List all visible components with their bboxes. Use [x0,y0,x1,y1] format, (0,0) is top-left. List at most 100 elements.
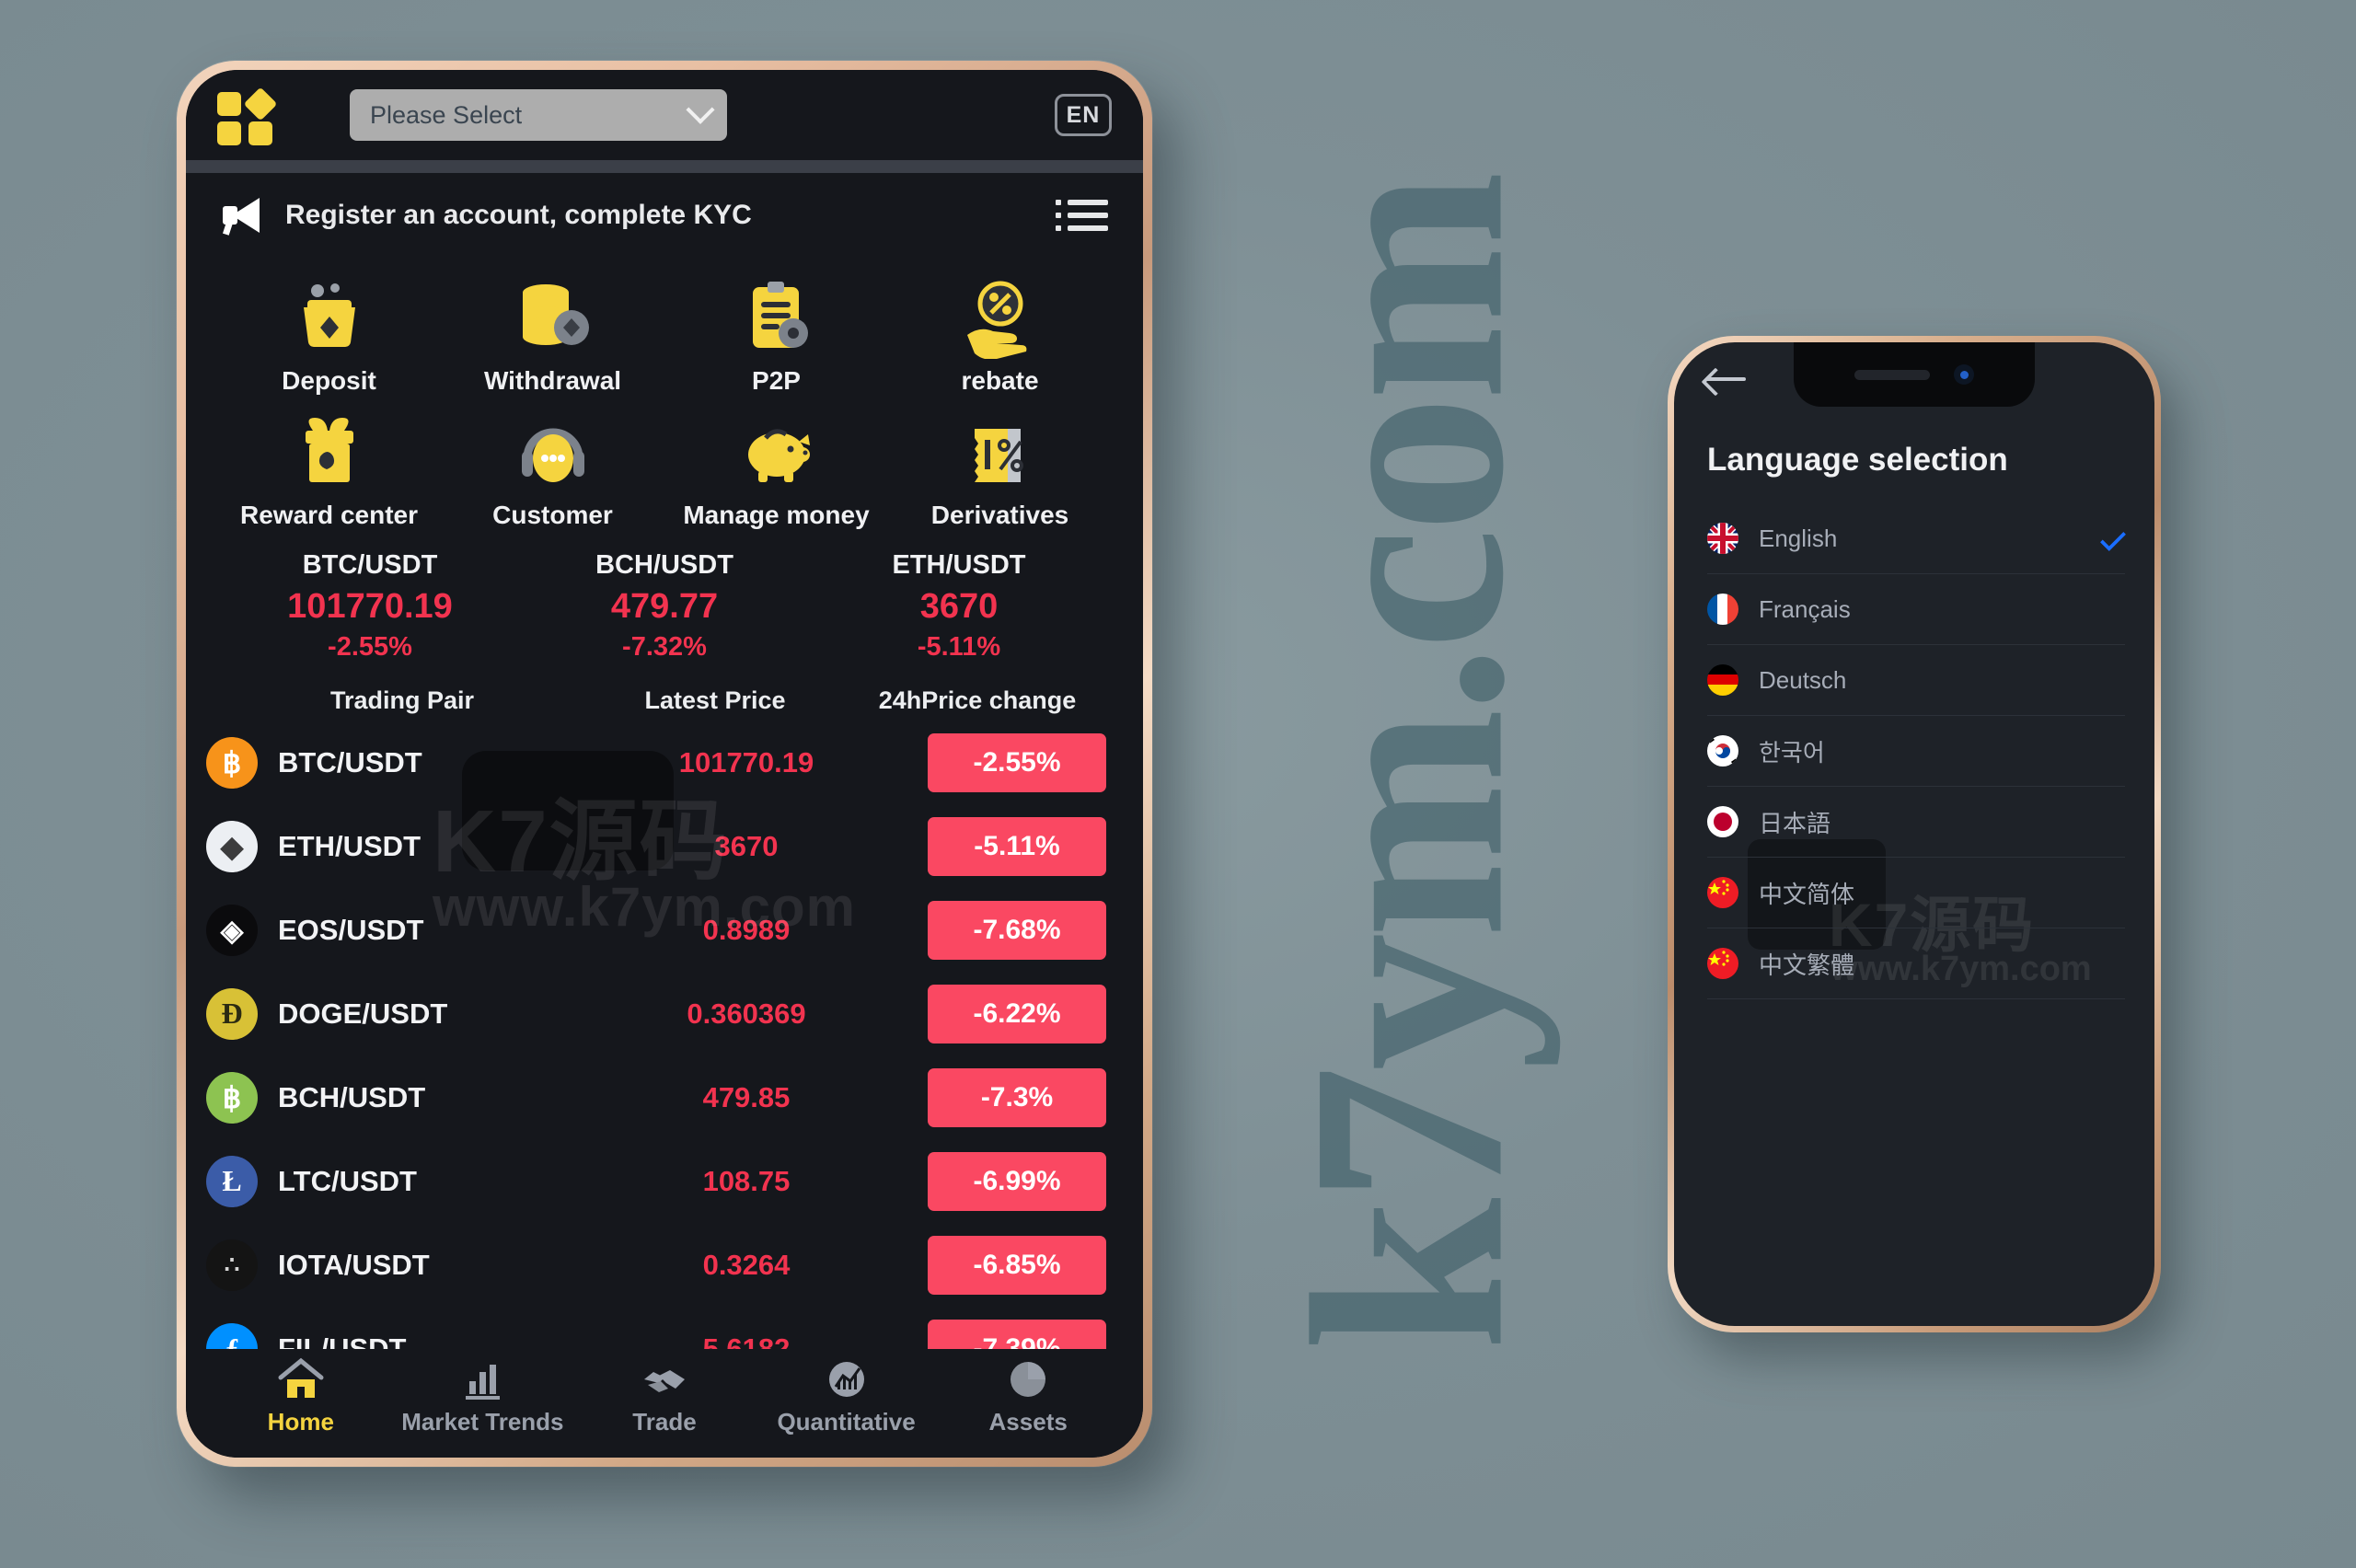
quick-action-derivatives[interactable]: Derivatives [888,405,1112,536]
language-option-korean[interactable]: 한국어 [1707,716,2125,787]
nav-item-market-trends[interactable]: Market Trends [392,1357,574,1436]
ticker-item[interactable]: BCH/USDT 479.77 -7.32% [517,550,812,663]
market-table-rows: ฿ BTC/USDT 101770.19 -2.55% ◆ ETH/USDT 3… [186,721,1143,1390]
language-option-english[interactable]: English [1707,503,2127,574]
table-row[interactable]: ฿ BCH/USDT 479.85 -7.3% [186,1055,1143,1139]
coin-icon-iota: ∴ [206,1239,258,1291]
ticker-price: 101770.19 [287,587,453,626]
nav-item-quantitative[interactable]: Quantitative [756,1357,938,1436]
page-title: Language selection [1707,442,2008,478]
language-list: English Français Deutsch 한국어 日本語 中文简体 中文… [1707,503,2127,999]
ticker-change: -5.11% [917,632,1001,662]
row-pair: BTC/USDT [278,745,422,778]
table-row[interactable]: Ð DOGE/USDT 0.360369 -6.22% [186,972,1143,1055]
row-pair: ETH/USDT [278,829,421,862]
tablet-screen: Please Select EN Register an account, co… [186,70,1143,1458]
quick-action-label: rebate [961,366,1039,395]
row-change-badge: -2.55% [928,732,1106,792]
language-option-chinese-traditional[interactable]: 中文繁體 [1707,928,2125,999]
language-option-chinese-simplified[interactable]: 中文简体 [1707,858,2125,928]
row-price: 3670 [714,829,779,862]
coin-icon-bch: ฿ [206,1071,258,1124]
flag-korea-icon [1707,735,1738,767]
language-name: 中文简体 [1759,880,1855,908]
front-camera-icon [1954,364,1974,385]
language-name: English [1759,524,1838,552]
flag-uk-icon [1707,523,1738,554]
nav-item-home[interactable]: Home [210,1357,392,1436]
table-row[interactable]: Ł LTC/USDT 108.75 -6.99% [186,1139,1143,1223]
quick-action-label: Deposit [282,366,376,395]
voucher-percent-icon [956,414,1045,493]
language-badge[interactable]: EN [1055,94,1112,136]
row-change-badge: -5.11% [928,816,1106,876]
phone-notch [1794,342,2035,407]
row-price: 0.360369 [687,997,806,1030]
announcement-bar[interactable]: Register an account, complete KYC [186,173,1143,258]
table-row[interactable]: ◆ ETH/USDT 3670 -5.11% [186,804,1143,888]
nav-label: Market Trends [401,1408,564,1435]
nav-label: Quantitative [777,1408,916,1435]
flag-japan-icon [1707,806,1738,837]
headset-support-icon [509,414,597,493]
language-name: Deutsch [1759,665,1847,694]
tablet-device: Please Select EN Register an account, co… [177,61,1152,1467]
announcement-text: Register an account, complete KYC [285,200,752,230]
table-row[interactable]: ฿ BTC/USDT 101770.19 -2.55% [186,721,1143,804]
row-price: 479.85 [702,1080,791,1113]
coin-icon-btc: ฿ [206,736,258,789]
bar-chart-icon [458,1357,506,1401]
back-arrow-icon[interactable] [1705,367,1746,391]
market-table-header: Trading Pair Latest Price 24hPrice chang… [186,666,1143,721]
ticker-pair: BCH/USDT [595,550,733,580]
ticker-item[interactable]: ETH/USDT 3670 -5.11% [812,550,1106,663]
table-row[interactable]: ◈ EOS/USDT 0.8989 -7.68% [186,888,1143,972]
language-option-francais[interactable]: Français [1707,574,2125,645]
top-divider [186,160,1143,173]
row-change-badge: -6.22% [928,984,1106,1043]
please-select-dropdown[interactable]: Please Select [350,89,727,141]
quick-action-label: Manage money [683,501,870,529]
column-header-latest-price: Latest Price [644,686,786,714]
language-option-japanese[interactable]: 日本語 [1707,787,2125,858]
quick-action-p2p[interactable]: P2P [664,271,888,401]
flag-germany-icon [1707,664,1738,696]
quick-actions-grid: Deposit Withdrawal P2P rebate Reward cen… [186,258,1143,541]
column-header-price-change: 24hPrice change [878,686,1077,714]
quick-action-rebate[interactable]: rebate [888,271,1112,401]
quick-action-deposit[interactable]: Deposit [217,271,441,401]
row-pair: EOS/USDT [278,913,424,946]
nav-label: Trade [632,1408,697,1435]
home-icon [277,1357,325,1401]
ticker-item[interactable]: BTC/USDT 101770.19 -2.55% [223,550,517,663]
row-change-badge: -6.85% [928,1235,1106,1295]
nav-item-assets[interactable]: Assets [937,1357,1119,1436]
row-price: 108.75 [702,1164,791,1197]
coin-icon-ltc: Ł [206,1155,258,1207]
pie-chart-icon [1004,1357,1052,1401]
ticker-change: -7.32% [622,632,707,662]
quick-action-label: Derivatives [930,501,1069,529]
row-change-badge: -7.68% [928,900,1106,960]
row-change-badge: -6.99% [928,1151,1106,1211]
nav-item-trade[interactable]: Trade [573,1357,756,1436]
withdrawal-coins-icon [509,280,597,359]
phone-device: Language selection K7源码 www.k7ym.com Eng… [1668,336,2161,1332]
table-row[interactable]: ∴ IOTA/USDT 0.3264 -6.85% [186,1223,1143,1307]
grid-apps-icon[interactable] [217,86,278,145]
select-value: Please Select [370,100,523,129]
language-option-deutsch[interactable]: Deutsch [1707,645,2125,716]
list-icon[interactable] [1056,200,1108,231]
row-price: 101770.19 [678,745,814,778]
price-ticker: BTC/USDT 101770.19 -2.55% BCH/USDT 479.7… [186,541,1143,666]
quick-action-withdrawal[interactable]: Withdrawal [441,271,664,401]
handshake-icon [641,1357,688,1401]
top-bar: Please Select EN [186,70,1143,160]
quick-action-customer[interactable]: Customer [441,405,664,536]
flag-france-icon [1707,594,1738,625]
quick-action-reward-center[interactable]: Reward center [217,405,441,536]
flag-china-icon [1707,948,1738,979]
quick-action-manage-money[interactable]: Manage money [664,405,888,536]
analytics-icon [823,1357,871,1401]
gift-box-icon [285,414,374,493]
